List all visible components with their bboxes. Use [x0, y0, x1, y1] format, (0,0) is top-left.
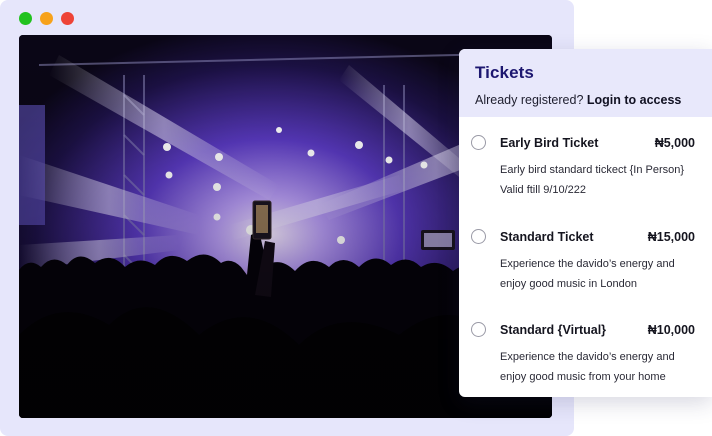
ticket-description-line: Experience the davido’s energy and	[500, 351, 675, 363]
tickets-panel-header: Tickets Already registered? Login to acc…	[459, 49, 712, 117]
login-prompt: Already registered? Login to access	[475, 93, 696, 107]
ticket-radio[interactable]	[471, 229, 486, 244]
window-minimize-button[interactable]	[40, 12, 53, 25]
ticket-radio[interactable]	[471, 322, 486, 337]
ticket-description-line: enjoy good music in London	[500, 278, 637, 290]
tickets-panel: Tickets Already registered? Login to acc…	[459, 49, 712, 397]
ticket-description-line: Early bird standard tickect {In Person}	[500, 164, 685, 176]
window-close-button[interactable]	[19, 12, 32, 25]
ticket-description: Early bird standard tickect {In Person} …	[500, 160, 705, 200]
ticket-price: ₦10,000	[647, 323, 695, 337]
ticket-description: Experience the davido’s energy and enjoy…	[500, 254, 705, 294]
ticket-description-line: enjoy good music from your home	[500, 371, 666, 383]
ticket-price: ₦5,000	[654, 136, 695, 150]
ticket-name: Standard {Virtual}	[500, 323, 607, 337]
login-link[interactable]: Login to access	[587, 93, 681, 107]
ticket-name: Standard Ticket	[500, 230, 594, 244]
ticket-price: ₦15,000	[647, 230, 695, 244]
ticket-description: Experience the davido’s energy and enjoy…	[500, 347, 705, 387]
window-maximize-button[interactable]	[61, 12, 74, 25]
tickets-title: Tickets	[475, 63, 534, 82]
ticket-description-line: Experience the davido’s energy and	[500, 258, 675, 270]
login-prompt-text: Already registered?	[475, 93, 584, 107]
ticket-radio[interactable]	[471, 135, 486, 150]
ticket-description-line: Valid ftill 9/10/222	[500, 184, 587, 196]
ticket-name: Early Bird Ticket	[500, 136, 599, 150]
